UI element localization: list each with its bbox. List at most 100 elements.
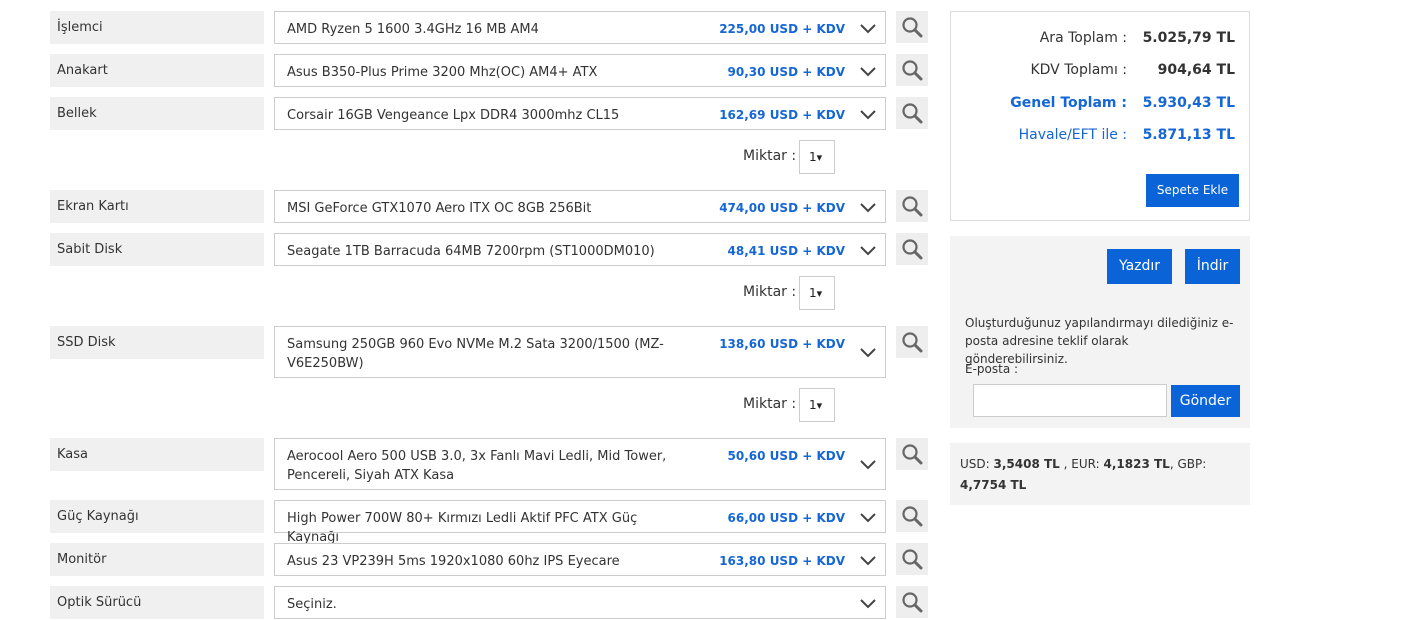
search-icon[interactable] (896, 190, 928, 222)
subtotal-row: Ara Toplam : 5.025,79 TL (951, 30, 1251, 54)
component-select[interactable]: Seçiniz. (274, 586, 886, 619)
chevron-down-icon (860, 599, 876, 609)
dropdown-arrow-icon: ▾ (816, 399, 823, 412)
tax-value: 904,64 TL (1157, 62, 1235, 78)
chevron-down-icon (860, 24, 876, 34)
chevron-down-icon (860, 513, 876, 523)
selected-product: Aerocool Aero 500 USB 3.0, 3x Fanlı Mavi… (287, 449, 667, 483)
quantity-select[interactable]: 1▾ (799, 140, 835, 174)
component-select[interactable]: High Power 700W 80+ Kırmızı Ledli Aktif … (274, 500, 886, 545)
dropdown-arrow-icon: ▾ (816, 287, 823, 300)
search-icon[interactable] (896, 586, 928, 618)
selected-product: Asus B350-Plus Prime 3200 Mhz(OC) AM4+ A… (287, 65, 598, 80)
component-select[interactable]: Corsair 16GB Vengeance Lpx DDR4 3000mhz … (274, 97, 886, 130)
selected-product: Asus 23 VP239H 5ms 1920x1080 60hz IPS Ey… (287, 554, 620, 569)
search-icon[interactable] (896, 11, 928, 43)
component-select[interactable]: Asus 23 VP239H 5ms 1920x1080 60hz IPS Ey… (274, 543, 886, 576)
eur-rate: 4,1823 TL (1103, 457, 1170, 471)
search-icon[interactable] (896, 97, 928, 129)
chevron-down-icon (860, 110, 876, 120)
quantity-select[interactable]: 1▾ (799, 388, 835, 422)
usd-rate: 3,5408 TL (993, 457, 1060, 471)
selected-product: Corsair 16GB Vengeance Lpx DDR4 3000mhz … (287, 108, 620, 123)
gbp-rate: 4,7754 TL (960, 478, 1027, 492)
component-select[interactable]: Seagate 1TB Barracuda 64MB 7200rpm (ST10… (274, 233, 886, 266)
quantity-control: Miktar : 1▾ (743, 276, 878, 310)
component-label: Kasa (50, 438, 264, 471)
product-price: 90,30 USD + KDV (727, 65, 845, 79)
grand-total-label: Genel Toplam : (1010, 95, 1127, 111)
transfer-total-value: 5.871,13 TL (1142, 127, 1235, 143)
selected-product: High Power 700W 80+ Kırmızı Ledli Aktif … (287, 511, 638, 545)
product-price: 225,00 USD + KDV (719, 22, 845, 36)
exchange-rates-panel: USD: 3,5408 TL , EUR: 4,1823 TL, GBP: 4,… (950, 443, 1250, 505)
component-label: Optik Sürücü (50, 586, 264, 619)
selected-product: AMD Ryzen 5 1600 3.4GHz 16 MB AM4 (287, 22, 539, 37)
product-price: 50,60 USD + KDV (727, 449, 845, 463)
chevron-down-icon (860, 348, 876, 358)
chevron-down-icon (860, 246, 876, 256)
product-price: 163,80 USD + KDV (719, 554, 845, 568)
selected-product: MSI GeForce GTX1070 Aero ITX OC 8GB 256B… (287, 201, 592, 216)
download-button[interactable]: İndir (1185, 249, 1240, 284)
component-label: Monitör (50, 543, 264, 576)
search-icon[interactable] (896, 326, 928, 358)
search-icon[interactable] (896, 543, 928, 575)
selected-product: Samsung 250GB 960 Evo NVMe M.2 Sata 3200… (287, 337, 664, 371)
component-select[interactable]: AMD Ryzen 5 1600 3.4GHz 16 MB AM4 225,00… (274, 11, 886, 44)
search-icon[interactable] (896, 438, 928, 470)
chevron-down-icon (860, 203, 876, 213)
grand-total-value: 5.930,43 TL (1142, 95, 1235, 111)
product-price: 474,00 USD + KDV (719, 201, 845, 215)
grand-total-row: Genel Toplam : 5.930,43 TL (951, 95, 1251, 119)
add-to-cart-button[interactable]: Sepete Ekle (1146, 174, 1239, 207)
chevron-down-icon (860, 460, 876, 470)
component-label: Anakart (50, 54, 264, 87)
print-button[interactable]: Yazdır (1107, 249, 1172, 284)
product-price: 162,69 USD + KDV (719, 108, 845, 122)
product-price: 138,60 USD + KDV (719, 337, 845, 351)
component-label: SSD Disk (50, 326, 264, 359)
exchange-rates-text: USD: 3,5408 TL , EUR: 4,1823 TL, GBP: 4,… (960, 454, 1240, 496)
share-panel: Yazdır İndir Oluşturduğunuz yapılandırma… (950, 236, 1250, 428)
usd-label: USD: (960, 457, 990, 471)
component-select[interactable]: Samsung 250GB 960 Evo NVMe M.2 Sata 3200… (274, 326, 886, 378)
component-label: Bellek (50, 97, 264, 130)
send-button[interactable]: Gönder (1171, 385, 1240, 417)
email-label: E-posta : (965, 362, 1019, 376)
transfer-total-row: Havale/EFT ile : 5.871,13 TL (951, 127, 1251, 151)
component-select[interactable]: Asus B350-Plus Prime 3200 Mhz(OC) AM4+ A… (274, 54, 886, 87)
component-label: Ekran Kartı (50, 190, 264, 223)
search-icon[interactable] (896, 233, 928, 265)
tax-row: KDV Toplamı : 904,64 TL (951, 62, 1251, 86)
search-icon[interactable] (896, 500, 928, 532)
component-select[interactable]: Aerocool Aero 500 USB 3.0, 3x Fanlı Mavi… (274, 438, 886, 490)
product-price: 66,00 USD + KDV (727, 511, 845, 525)
subtotal-value: 5.025,79 TL (1142, 30, 1235, 46)
quantity-value: 1 (809, 150, 817, 164)
email-input[interactable] (973, 384, 1167, 417)
subtotal-label: Ara Toplam : (1039, 30, 1127, 46)
dropdown-arrow-icon: ▾ (816, 151, 823, 164)
summary-panel: Ara Toplam : 5.025,79 TL KDV Toplamı : 9… (950, 11, 1250, 221)
component-label: İşlemci (50, 11, 264, 44)
component-label: Güç Kaynağı (50, 500, 264, 533)
search-icon[interactable] (896, 54, 928, 86)
tax-label: KDV Toplamı : (1030, 62, 1127, 78)
eur-label: , EUR: (1063, 457, 1100, 471)
product-price: 48,41 USD + KDV (727, 244, 845, 258)
gbp-label: , GBP: (1169, 457, 1207, 471)
quantity-value: 1 (809, 398, 817, 412)
quantity-control: Miktar : 1▾ (743, 140, 878, 174)
transfer-total-label: Havale/EFT ile : (1018, 127, 1127, 143)
chevron-down-icon (860, 556, 876, 566)
quantity-control: Miktar : 1▾ (743, 388, 878, 422)
component-select[interactable]: MSI GeForce GTX1070 Aero ITX OC 8GB 256B… (274, 190, 886, 223)
chevron-down-icon (860, 67, 876, 77)
share-description: Oluşturduğunuz yapılandırmayı dilediğini… (965, 316, 1234, 366)
selected-product: Seçiniz. (287, 597, 337, 612)
selected-product: Seagate 1TB Barracuda 64MB 7200rpm (ST10… (287, 244, 655, 259)
quantity-select[interactable]: 1▾ (799, 276, 835, 310)
component-label: Sabit Disk (50, 233, 264, 266)
quantity-value: 1 (809, 286, 817, 300)
